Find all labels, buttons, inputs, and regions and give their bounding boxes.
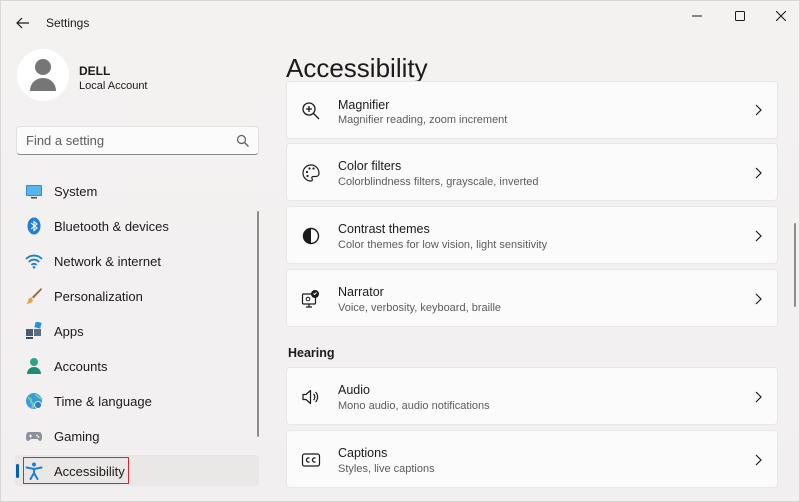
title-bar: Settings (1, 1, 799, 45)
narrator-icon (301, 290, 319, 308)
chevron-right-icon (755, 293, 762, 305)
card-subtitle: Voice, verbosity, keyboard, braille (338, 302, 502, 314)
page-title: Accessibility (286, 53, 428, 83)
setting-card-contrast-themes[interactable]: Contrast themes Color themes for low vis… (286, 206, 778, 264)
globe-icon (26, 393, 43, 410)
avatar (17, 49, 69, 101)
chevron-right-icon (755, 104, 762, 116)
contrast-icon (302, 227, 320, 245)
sidebar-item-bluetooth[interactable]: Bluetooth & devices (15, 210, 259, 241)
chevron-right-icon (755, 391, 762, 403)
card-title: Audio (338, 383, 370, 397)
sidebar-item-accessibility[interactable]: Accessibility (15, 455, 259, 486)
sidebar-item-apps[interactable]: Apps (15, 315, 259, 346)
magnifier-icon (302, 102, 320, 120)
palette-icon (302, 164, 320, 182)
sidebar-item-label: Bluetooth & devices (54, 219, 169, 234)
back-button[interactable] (10, 11, 36, 35)
sidebar-item-label: Personalization (54, 289, 143, 304)
close-icon (776, 11, 786, 21)
chevron-right-icon (755, 454, 762, 466)
sidebar-item-time-language[interactable]: Time & language (15, 385, 259, 416)
setting-card-captions[interactable]: Captions Styles, live captions (286, 430, 778, 488)
section-heading-hearing: Hearing (288, 346, 335, 360)
sidebar-item-label: Network & internet (54, 254, 161, 269)
search-input[interactable] (17, 127, 227, 154)
card-title: Captions (338, 446, 388, 460)
sidebar-item-label: Accessibility (54, 464, 125, 479)
sidebar-item-label: Time & language (54, 394, 152, 409)
sidebar-item-label: Accounts (54, 359, 108, 374)
accessibility-icon (25, 462, 43, 480)
accounts-icon (27, 358, 41, 374)
chevron-right-icon (755, 167, 762, 179)
card-title: Narrator (338, 285, 384, 299)
speaker-icon (302, 389, 319, 405)
user-profile[interactable]: DELL Local Account (17, 49, 257, 103)
minimize-icon (692, 15, 702, 17)
user-avatar-icon (30, 59, 56, 91)
back-arrow-icon (16, 17, 29, 29)
sidebar-item-accounts[interactable]: Accounts (15, 350, 259, 381)
maximize-button[interactable] (720, 1, 760, 31)
bluetooth-icon (27, 217, 41, 235)
active-indicator (16, 464, 19, 478)
minimize-button[interactable] (677, 1, 717, 31)
close-button[interactable] (761, 1, 799, 31)
card-title: Magnifier (338, 98, 390, 112)
settings-window: Settings DELL Local Account Find a setti… (0, 0, 800, 502)
card-title: Color filters (338, 159, 402, 173)
card-subtitle: Magnifier reading, zoom increment (338, 114, 508, 126)
setting-card-color-filters[interactable]: Color filters Colorblindness filters, gr… (286, 143, 778, 201)
setting-card-narrator[interactable]: Narrator Voice, verbosity, keyboard, bra… (286, 269, 778, 327)
sidebar-scrollbar[interactable] (257, 211, 259, 437)
chevron-right-icon (755, 230, 762, 242)
sidebar-item-network[interactable]: Network & internet (15, 245, 259, 276)
sidebar-item-system[interactable]: System (15, 175, 259, 206)
sidebar-nav: System Bluetooth & devices Network & int… (15, 175, 259, 490)
card-subtitle: Mono audio, audio notifications (338, 400, 490, 412)
search-box[interactable] (16, 126, 259, 155)
captions-icon (301, 453, 321, 467)
setting-card-magnifier[interactable]: Magnifier Magnifier reading, zoom increm… (286, 81, 778, 139)
card-subtitle: Colorblindness filters, grayscale, inver… (338, 176, 539, 188)
gamepad-icon (26, 432, 42, 441)
main-scrollbar[interactable] (794, 223, 796, 307)
window-title: Settings (46, 16, 90, 30)
card-subtitle: Color themes for low vision, light sensi… (338, 239, 548, 251)
account-type: Local Account (79, 80, 148, 92)
system-icon (26, 185, 42, 199)
sidebar-item-label: Apps (54, 324, 84, 339)
search-icon[interactable] (236, 134, 250, 148)
setting-card-audio[interactable]: Audio Mono audio, audio notifications (286, 367, 778, 425)
brush-icon (26, 288, 42, 304)
wifi-icon (25, 254, 43, 269)
card-title: Contrast themes (338, 222, 430, 236)
apps-icon (26, 322, 42, 339)
user-name: DELL (79, 64, 111, 78)
sidebar-item-gaming[interactable]: Gaming (15, 420, 259, 451)
card-subtitle: Styles, live captions (338, 463, 435, 475)
sidebar-item-label: System (54, 184, 98, 199)
sidebar-item-label: Gaming (54, 429, 100, 444)
sidebar-item-personalization[interactable]: Personalization (15, 280, 259, 311)
maximize-icon (735, 11, 745, 21)
